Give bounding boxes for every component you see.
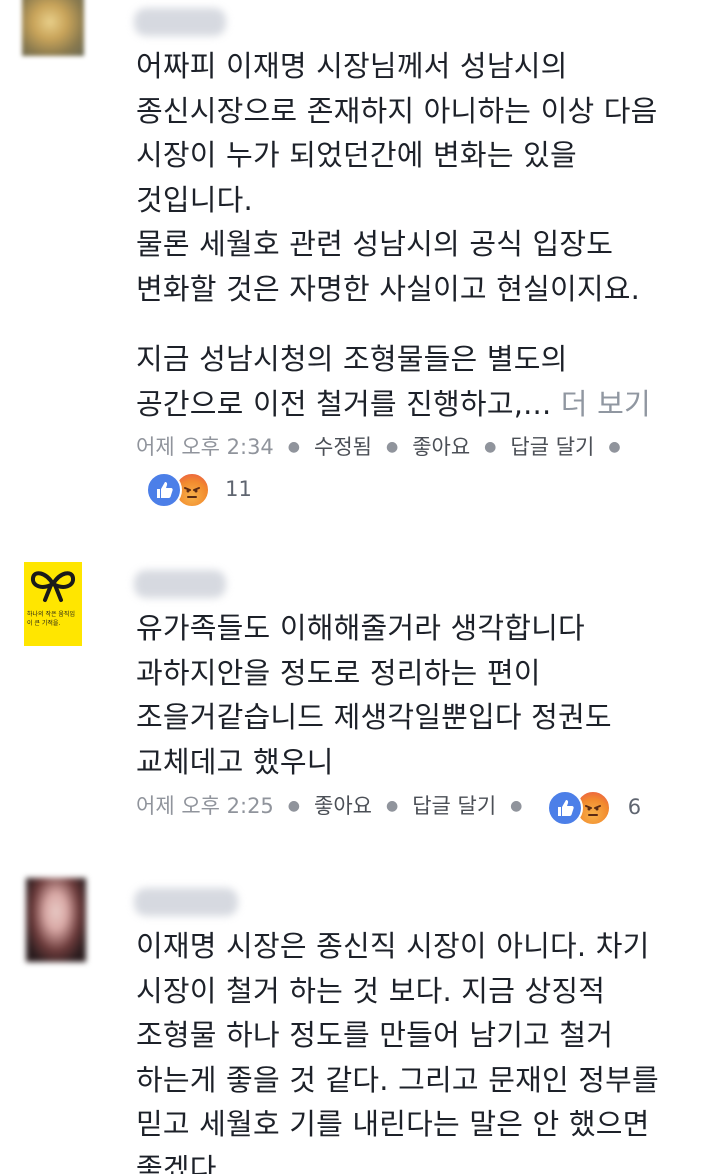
comment-line: 과하지안을 정도로 정리하는 편이 — [136, 655, 541, 690]
comment-line-text: 공간으로 이전 철거를 진행하고,... — [136, 386, 552, 421]
like-icon — [146, 472, 182, 508]
avatar[interactable] — [22, 0, 84, 56]
like-button[interactable]: 좋아요 — [314, 794, 372, 818]
comment-line: 좋겠다. — [136, 1151, 227, 1174]
comment-line: 시장이 누가 되었던간에 변화는 있을 — [136, 138, 577, 172]
like-icon — [547, 790, 584, 826]
comment-text: 유가족들도 이해해줄거라 생각합니다 과하지안을 정도로 정리하는 편이 조을거… — [136, 606, 716, 784]
author-name-blurred[interactable] — [134, 8, 226, 36]
comment-line: 변화할 것은 자명한 사실이고 현실이지요. — [136, 271, 641, 306]
timestamp[interactable]: 어제 오후 2:25 — [136, 794, 274, 818]
reply-button[interactable]: 답글 달기 — [412, 794, 496, 818]
comment-meta: 어제 오후 2:34 ● 수정됨 ● 좋아요 ● 답글 달기 ● — [136, 432, 635, 462]
author-name-blurred[interactable] — [134, 570, 226, 598]
avatar[interactable]: 하나의 작은 움직임이 큰 기적을. — [24, 562, 82, 646]
reaction-count: 6 — [627, 795, 642, 819]
separator-dot: ● — [484, 439, 497, 455]
comments-thread: 어짜피 이재명 시장님께서 성남시의 종신시장으로 존재하지 아니하는 이상 다… — [0, 0, 720, 1174]
comment-line: 교체데고 했우니 — [136, 744, 334, 779]
comment-line: 물론 세월호 관련 성남시의 공식 입장도 — [136, 227, 614, 261]
separator-dot: ● — [385, 439, 399, 455]
separator-dot: ● — [287, 439, 301, 455]
comment-line: 믿고 세월호 기를 내린다는 말은 안 했으면 — [136, 1107, 650, 1141]
separator-dot: ● — [510, 798, 523, 814]
reaction-icons — [547, 790, 613, 826]
reaction-summary[interactable]: 6 — [547, 790, 642, 826]
reaction-count: 11 — [225, 477, 252, 501]
reaction-summary[interactable]: 11 — [146, 472, 252, 508]
comment-line: 어짜피 이재명 시장님께서 성남시의 — [136, 49, 568, 83]
comment-meta: 어제 오후 2:25 ● 좋아요 ● 답글 달기 ● 6 — [136, 790, 642, 826]
separator-dot: ● — [608, 439, 621, 455]
comment-line: 시장이 철거 하는 것 보다. 지금 상징적 — [136, 973, 606, 1008]
separator-dot: ● — [287, 798, 301, 814]
reply-button[interactable]: 답글 달기 — [510, 435, 594, 459]
comment-line: 이재명 시장은 종신직 시장이 아니다. 차기 — [136, 929, 650, 963]
comment-line: 조을거같습니드 제생각일뿐입다 정권도 — [136, 700, 612, 734]
comment-line-last: 공간으로 이전 철거를 진행하고,... 더 보기 — [136, 382, 716, 427]
see-more-link[interactable]: 더 보기 — [561, 387, 651, 421]
comment-line: 지금 성남시청의 조형물들은 별도의 — [136, 342, 568, 376]
comment-line: 것입니다. — [136, 182, 253, 217]
avatar[interactable] — [26, 878, 86, 962]
comment-line: 하는게 좋을 것 같다. 그리고 문재인 정부를 — [136, 1062, 659, 1097]
like-button[interactable]: 좋아요 — [412, 435, 470, 459]
author-name-blurred[interactable] — [134, 888, 238, 916]
comment-text: 어짜피 이재명 시장님께서 성남시의 종신시장으로 존재하지 아니하는 이상 다… — [136, 44, 716, 426]
comment-line: 종신시장으로 존재하지 아니하는 이상 다음 — [136, 93, 658, 128]
comment-line: 조형물 하나 정도를 만들어 남기고 철거 — [136, 1018, 614, 1052]
comment-line: 유가족들도 이해해줄거라 생각합니다 — [136, 611, 585, 645]
timestamp[interactable]: 어제 오후 2:34 — [136, 435, 274, 459]
edited-label[interactable]: 수정됨 — [314, 435, 372, 459]
separator-dot: ● — [385, 798, 399, 814]
yellow-ribbon-icon — [30, 571, 76, 602]
avatar-caption: 하나의 작은 움직임이 큰 기적을. — [27, 611, 75, 627]
comment-text: 이재명 시장은 종신직 시장이 아니다. 차기 시장이 철거 하는 것 보다. … — [136, 924, 716, 1174]
reaction-icons — [146, 472, 212, 508]
